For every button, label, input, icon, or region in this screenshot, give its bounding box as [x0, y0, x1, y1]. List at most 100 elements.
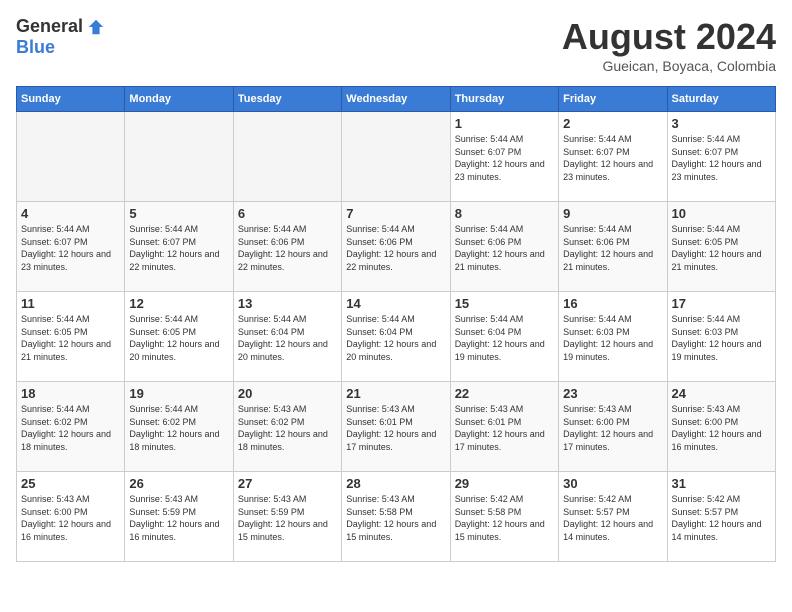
day-info: Sunrise: 5:44 AMSunset: 6:06 PMDaylight:…: [238, 223, 337, 273]
month-title: August 2024: [562, 16, 776, 58]
calendar-cell: 11 Sunrise: 5:44 AMSunset: 6:05 PMDayligh…: [17, 292, 125, 382]
day-info: Sunrise: 5:44 AMSunset: 6:07 PMDaylight:…: [672, 133, 771, 183]
calendar-cell: 28Sunrise: 5:43 AMSunset: 5:58 PMDayligh…: [342, 472, 450, 562]
col-header-wednesday: Wednesday: [342, 87, 450, 112]
day-info: Sunrise: 5:44 AMSunset: 6:04 PMDaylight:…: [346, 313, 445, 363]
day-number: 12: [129, 296, 228, 311]
day-number: 19: [129, 386, 228, 401]
day-number: 14: [346, 296, 445, 311]
day-info: Sunrise: 5:44 AMSunset: 6:04 PMDaylight:…: [455, 313, 554, 363]
calendar-cell: 29 Sunrise: 5:42 AMSunset: 5:58 PMDayligh…: [450, 472, 558, 562]
calendar-cell: 21Sunrise: 5:43 AMSunset: 6:01 PMDayligh…: [342, 382, 450, 472]
day-info: Sunrise: 5:43 AMSunset: 6:01 PMDaylight:…: [455, 403, 554, 453]
col-header-thursday: Thursday: [450, 87, 558, 112]
day-number: 7: [346, 206, 445, 221]
week-row-5: 25 Sunrise: 5:43 AMSunset: 6:00 PMDayligh…: [17, 472, 776, 562]
day-info: Sunrise: 5:44 AMSunset: 6:06 PMDaylight:…: [563, 223, 662, 273]
calendar-cell: 12 Sunrise: 5:44 AMSunset: 6:05 PMDayligh…: [125, 292, 233, 382]
day-info: Sunrise: 5:44 AMSunset: 6:05 PMDaylight:…: [672, 223, 771, 273]
col-header-tuesday: Tuesday: [233, 87, 341, 112]
calendar-cell: 4 Sunrise: 5:44 AMSunset: 6:07 PMDaylight…: [17, 202, 125, 292]
day-info: Sunrise: 5:42 AMSunset: 5:58 PMDaylight:…: [455, 493, 554, 543]
calendar-cell: 31 Sunrise: 5:42 AMSunset: 5:57 PMDayligh…: [667, 472, 775, 562]
calendar-cell: 18 Sunrise: 5:44 AMSunset: 6:02 PMDayligh…: [17, 382, 125, 472]
day-info: Sunrise: 5:44 AMSunset: 6:05 PMDaylight:…: [21, 313, 120, 363]
logo: General Blue: [16, 16, 105, 58]
day-number: 11: [21, 296, 120, 311]
calendar-cell: 7 Sunrise: 5:44 AMSunset: 6:06 PMDaylight…: [342, 202, 450, 292]
day-number: 18: [21, 386, 120, 401]
calendar-header-row: SundayMondayTuesdayWednesdayThursdayFrid…: [17, 87, 776, 112]
day-number: 2: [563, 116, 662, 131]
day-number: 26: [129, 476, 228, 491]
day-number: 24: [672, 386, 771, 401]
day-number: 5: [129, 206, 228, 221]
day-number: 23: [563, 386, 662, 401]
day-number: 25: [21, 476, 120, 491]
calendar-cell: 10 Sunrise: 5:44 AMSunset: 6:05 PMDayligh…: [667, 202, 775, 292]
logo-icon: [87, 18, 105, 36]
day-number: 31: [672, 476, 771, 491]
col-header-sunday: Sunday: [17, 87, 125, 112]
calendar-cell: 23 Sunrise: 5:43 AMSunset: 6:00 PMDayligh…: [559, 382, 667, 472]
calendar-cell: 27 Sunrise: 5:43 AMSunset: 5:59 PMDayligh…: [233, 472, 341, 562]
calendar-cell: 26 Sunrise: 5:43 AMSunset: 5:59 PMDayligh…: [125, 472, 233, 562]
col-header-friday: Friday: [559, 87, 667, 112]
day-number: 3: [672, 116, 771, 131]
calendar-cell: 2 Sunrise: 5:44 AMSunset: 6:07 PMDaylight…: [559, 112, 667, 202]
calendar-cell: 14 Sunrise: 5:44 AMSunset: 6:04 PMDayligh…: [342, 292, 450, 382]
page-header: General Blue August 2024 Gueican, Boyaca…: [16, 16, 776, 74]
day-number: 30: [563, 476, 662, 491]
day-info: Sunrise: 5:44 AMSunset: 6:07 PMDaylight:…: [21, 223, 120, 273]
day-info: Sunrise: 5:44 AMSunset: 6:06 PMDaylight:…: [346, 223, 445, 273]
calendar-cell: 15Sunrise: 5:44 AMSunset: 6:04 PMDayligh…: [450, 292, 558, 382]
calendar-cell: 13 Sunrise: 5:44 AMSunset: 6:04 PMDayligh…: [233, 292, 341, 382]
day-info: Sunrise: 5:44 AMSunset: 6:07 PMDaylight:…: [455, 133, 554, 183]
day-number: 8: [455, 206, 554, 221]
day-number: 4: [21, 206, 120, 221]
day-info: Sunrise: 5:44 AMSunset: 6:03 PMDaylight:…: [563, 313, 662, 363]
calendar-cell: 16 Sunrise: 5:44 AMSunset: 6:03 PMDayligh…: [559, 292, 667, 382]
calendar-cell: 17Sunrise: 5:44 AMSunset: 6:03 PMDayligh…: [667, 292, 775, 382]
day-info: Sunrise: 5:44 AMSunset: 6:02 PMDaylight:…: [129, 403, 228, 453]
day-number: 13: [238, 296, 337, 311]
calendar-cell: 19 Sunrise: 5:44 AMSunset: 6:02 PMDayligh…: [125, 382, 233, 472]
day-number: 21: [346, 386, 445, 401]
logo-blue: Blue: [16, 37, 55, 58]
day-info: Sunrise: 5:44 AMSunset: 6:07 PMDaylight:…: [563, 133, 662, 183]
location-subtitle: Gueican, Boyaca, Colombia: [562, 58, 776, 74]
calendar-cell: 25 Sunrise: 5:43 AMSunset: 6:00 PMDayligh…: [17, 472, 125, 562]
calendar-cell: 22 Sunrise: 5:43 AMSunset: 6:01 PMDayligh…: [450, 382, 558, 472]
day-info: Sunrise: 5:42 AMSunset: 5:57 PMDaylight:…: [563, 493, 662, 543]
title-block: August 2024 Gueican, Boyaca, Colombia: [562, 16, 776, 74]
day-info: Sunrise: 5:44 AMSunset: 6:05 PMDaylight:…: [129, 313, 228, 363]
calendar-cell: 8Sunrise: 5:44 AMSunset: 6:06 PMDaylight…: [450, 202, 558, 292]
calendar-cell: 9 Sunrise: 5:44 AMSunset: 6:06 PMDaylight…: [559, 202, 667, 292]
calendar-cell: 1Sunrise: 5:44 AMSunset: 6:07 PMDaylight…: [450, 112, 558, 202]
week-row-1: 1Sunrise: 5:44 AMSunset: 6:07 PMDaylight…: [17, 112, 776, 202]
day-number: 9: [563, 206, 662, 221]
day-number: 16: [563, 296, 662, 311]
day-info: Sunrise: 5:43 AMSunset: 5:59 PMDaylight:…: [238, 493, 337, 543]
day-info: Sunrise: 5:44 AMSunset: 6:02 PMDaylight:…: [21, 403, 120, 453]
day-number: 27: [238, 476, 337, 491]
day-info: Sunrise: 5:42 AMSunset: 5:57 PMDaylight:…: [672, 493, 771, 543]
calendar-cell: [17, 112, 125, 202]
col-header-monday: Monday: [125, 87, 233, 112]
week-row-4: 18 Sunrise: 5:44 AMSunset: 6:02 PMDayligh…: [17, 382, 776, 472]
day-info: Sunrise: 5:43 AMSunset: 5:59 PMDaylight:…: [129, 493, 228, 543]
day-info: Sunrise: 5:43 AMSunset: 6:00 PMDaylight:…: [563, 403, 662, 453]
calendar-cell: 5Sunrise: 5:44 AMSunset: 6:07 PMDaylight…: [125, 202, 233, 292]
calendar-cell: [233, 112, 341, 202]
day-info: Sunrise: 5:44 AMSunset: 6:04 PMDaylight:…: [238, 313, 337, 363]
calendar-cell: 6 Sunrise: 5:44 AMSunset: 6:06 PMDaylight…: [233, 202, 341, 292]
day-number: 29: [455, 476, 554, 491]
logo-general: General: [16, 16, 83, 37]
day-info: Sunrise: 5:43 AMSunset: 6:00 PMDaylight:…: [21, 493, 120, 543]
day-number: 6: [238, 206, 337, 221]
day-info: Sunrise: 5:44 AMSunset: 6:03 PMDaylight:…: [672, 313, 771, 363]
day-info: Sunrise: 5:43 AMSunset: 5:58 PMDaylight:…: [346, 493, 445, 543]
day-number: 10: [672, 206, 771, 221]
day-number: 22: [455, 386, 554, 401]
day-info: Sunrise: 5:43 AMSunset: 6:02 PMDaylight:…: [238, 403, 337, 453]
